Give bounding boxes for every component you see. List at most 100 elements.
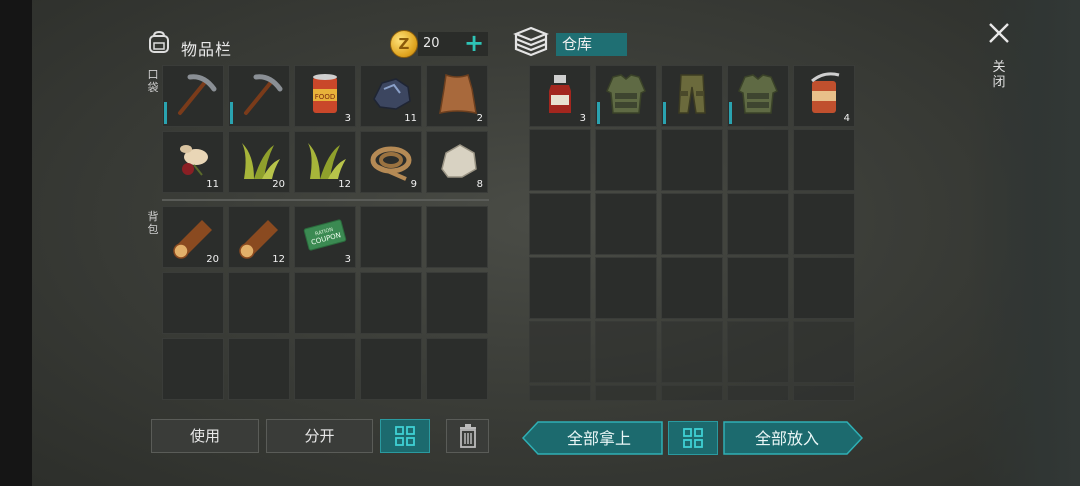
item-count: 3 [344, 254, 351, 265]
pocket-slot[interactable]: 11 [360, 65, 422, 127]
storage-slot[interactable] [529, 257, 591, 319]
pocket-slot[interactable]: 11 [162, 131, 224, 193]
storage-slot[interactable] [661, 257, 723, 319]
bag-slot[interactable] [162, 272, 224, 334]
item-count: 11 [404, 113, 417, 124]
bag-slot[interactable] [294, 272, 356, 334]
bag-slot[interactable] [360, 272, 422, 334]
storage-slot[interactable] [661, 321, 723, 383]
pocket-slot[interactable]: 12 [294, 131, 356, 193]
log-icon [239, 220, 278, 259]
bag-slot[interactable] [426, 206, 488, 268]
storage-slot[interactable]: 4 [793, 65, 855, 127]
storage-slot[interactable] [595, 65, 657, 127]
bag-slot[interactable] [426, 272, 488, 334]
item-count: 11 [206, 179, 219, 190]
bag-slot[interactable] [426, 338, 488, 400]
close-icon[interactable] [984, 18, 1014, 48]
bag-slot[interactable] [228, 338, 290, 400]
ore-icon [373, 78, 411, 110]
sort-inventory-button[interactable] [380, 419, 430, 453]
bag-slot[interactable] [162, 338, 224, 400]
bag-slot[interactable] [360, 338, 422, 400]
storage-slot[interactable] [595, 193, 657, 255]
storage-slot[interactable] [661, 129, 723, 191]
storage-slot[interactable] [529, 385, 591, 401]
put-all-button[interactable]: 全部放入 [723, 421, 863, 455]
bag-slot[interactable]: 12 [228, 206, 290, 268]
trash-button[interactable] [446, 419, 489, 453]
pocket-slot[interactable] [162, 65, 224, 127]
storage-slot[interactable] [727, 385, 789, 401]
bag-label: 背包 [147, 210, 159, 236]
open-can-icon [811, 72, 840, 113]
storage-slot[interactable] [727, 129, 789, 191]
item-count: 2 [476, 113, 483, 124]
item-count: 20 [206, 254, 219, 265]
take-all-button[interactable]: 全部拿上 [522, 421, 663, 455]
grid-icon [395, 426, 415, 446]
section-divider [162, 199, 489, 201]
pocket-slot[interactable]: 8 [426, 131, 488, 193]
leather-icon [439, 73, 477, 114]
backpack-icon [149, 30, 169, 53]
storage-slot[interactable] [727, 321, 789, 383]
storage-slot[interactable] [661, 193, 723, 255]
bag-slot[interactable]: 20 [162, 206, 224, 268]
log-icon [173, 220, 212, 259]
item-count: 12 [272, 254, 285, 265]
armor-vest-icon [738, 74, 778, 114]
durability-bar [597, 102, 600, 124]
storage-slot[interactable] [529, 129, 591, 191]
item-count: 3 [344, 113, 351, 124]
use-button[interactable]: 使用 [151, 419, 259, 453]
add-coins-button[interactable]: + [462, 31, 486, 56]
storage-slot[interactable] [793, 129, 855, 191]
item-count: 4 [843, 113, 850, 124]
pocket-slot[interactable] [228, 65, 290, 127]
berries-icon [180, 145, 208, 176]
storage-slot[interactable] [793, 385, 855, 401]
storage-slot[interactable] [727, 193, 789, 255]
plant-fiber-icon [242, 143, 280, 179]
storage-slot[interactable] [529, 321, 591, 383]
storage-slot[interactable] [661, 385, 723, 401]
stone-icon [441, 144, 477, 178]
item-count: 3 [579, 113, 586, 124]
pocket-slot[interactable]: 2 [426, 65, 488, 127]
storage-slot[interactable]: 3 [529, 65, 591, 127]
item-count: 20 [272, 179, 285, 190]
storage-slot[interactable] [793, 321, 855, 383]
close-label[interactable]: 关闭 [991, 60, 1007, 90]
take-all-label: 全部拿上 [567, 429, 631, 448]
storage-slot[interactable] [595, 129, 657, 191]
storage-slot[interactable] [595, 321, 657, 383]
storage-slot[interactable] [529, 193, 591, 255]
pocket-label: 口袋 [147, 68, 159, 94]
coin-count: 20 [423, 36, 440, 51]
split-button[interactable]: 分开 [266, 419, 373, 453]
storage-slot[interactable] [793, 257, 855, 319]
storage-slot[interactable] [595, 385, 657, 401]
item-count: 8 [476, 179, 483, 190]
durability-bar [230, 102, 233, 124]
canned-food-icon: FOOD [313, 74, 337, 113]
bag-slot[interactable]: RATION COUPON 3 [294, 206, 356, 268]
storage-slot[interactable] [727, 65, 789, 127]
inventory-title: 物品栏 [181, 40, 233, 59]
storage-slot[interactable] [661, 65, 723, 127]
bottle-icon [549, 75, 571, 113]
bag-slot[interactable] [360, 206, 422, 268]
pocket-slot[interactable]: 20 [228, 131, 290, 193]
pocket-slot[interactable]: FOOD 3 [294, 65, 356, 127]
sort-storage-button[interactable] [668, 421, 718, 455]
durability-bar [663, 102, 666, 124]
item-count: 9 [410, 179, 417, 190]
storage-slot[interactable] [595, 257, 657, 319]
bag-slot[interactable] [294, 338, 356, 400]
storage-slot[interactable] [793, 193, 855, 255]
pocket-slot[interactable]: 9 [360, 131, 422, 193]
left-bezel [0, 0, 32, 486]
storage-slot[interactable] [727, 257, 789, 319]
bag-slot[interactable] [228, 272, 290, 334]
